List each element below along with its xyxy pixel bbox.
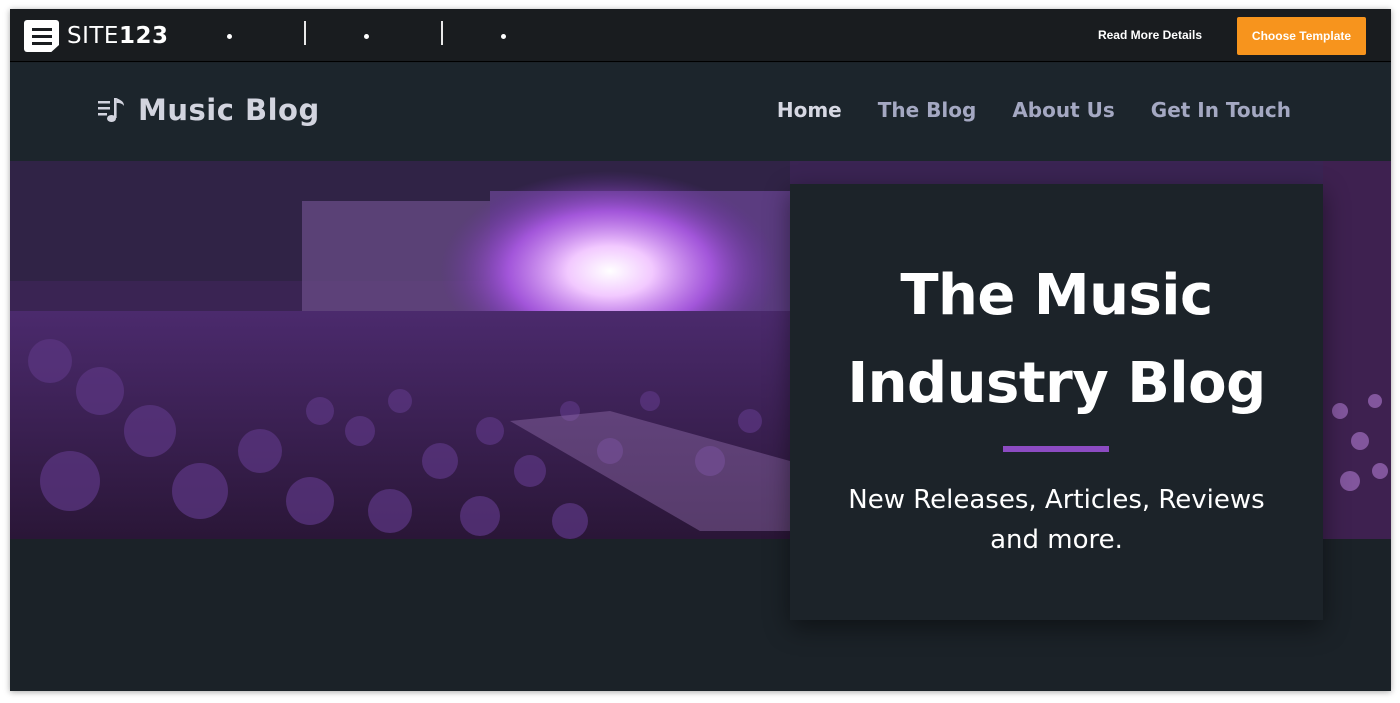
hero-card: The Music Industry Blog New Releases, Ar…	[790, 184, 1323, 620]
builder-top-bar: SITE123 Read More Details Choose Templat…	[10, 9, 1391, 62]
hero-title: The Music Industry Blog	[847, 263, 1266, 416]
site123-logo-icon	[24, 20, 59, 52]
nav-item-about-us[interactable]: About Us	[1012, 98, 1114, 122]
mobile-view-icon[interactable]	[501, 34, 506, 39]
desktop-view-icon[interactable]	[227, 34, 232, 39]
main-nav: Home The Blog About Us Get In Touch	[777, 98, 1291, 122]
divider	[304, 21, 306, 45]
nav-item-the-blog[interactable]: The Blog	[878, 98, 977, 122]
hero-subtitle: New Releases, Articles, Reviews and more…	[848, 485, 1265, 555]
nav-item-home[interactable]: Home	[777, 98, 842, 122]
tablet-view-icon[interactable]	[364, 34, 369, 39]
brand-name: Music Blog	[138, 93, 320, 127]
browser-frame: SITE123 Read More Details Choose Templat…	[10, 9, 1391, 691]
nav-item-get-in-touch[interactable]: Get In Touch	[1151, 98, 1291, 122]
read-more-details-link[interactable]: Read More Details	[1098, 28, 1202, 42]
music-note-list-icon	[98, 98, 124, 122]
title-divider	[1003, 446, 1109, 452]
site-header: Music Blog Home The Blog About Us Get In…	[10, 63, 1391, 161]
site123-logo[interactable]: SITE123	[24, 20, 168, 52]
divider	[441, 21, 443, 45]
site123-logo-text: SITE123	[67, 23, 169, 49]
choose-template-button[interactable]: Choose Template	[1237, 17, 1366, 55]
brand-logo[interactable]: Music Blog	[96, 93, 320, 127]
